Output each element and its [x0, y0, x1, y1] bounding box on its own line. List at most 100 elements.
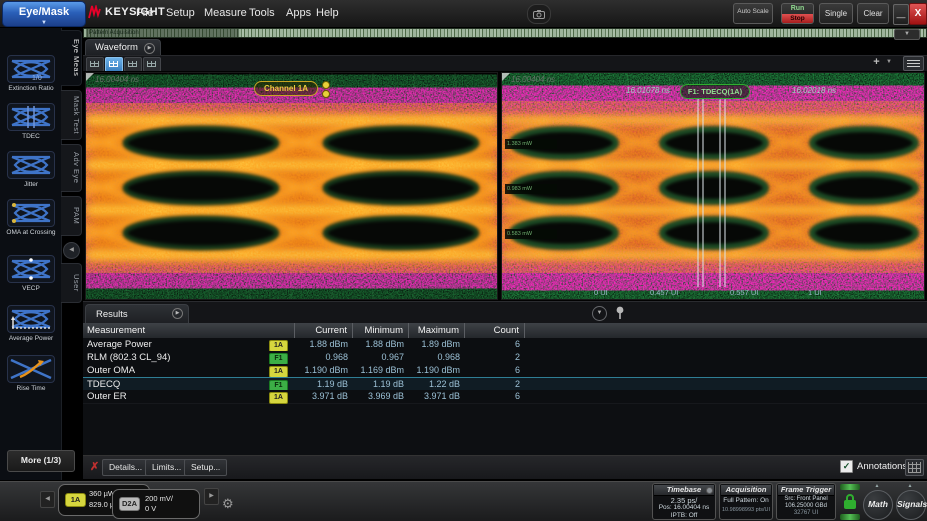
- screenshot-camera-button[interactable]: [527, 4, 551, 24]
- setup-button[interactable]: Setup...: [184, 459, 227, 476]
- pin-icon[interactable]: [615, 306, 625, 320]
- single-button[interactable]: Single: [819, 3, 853, 24]
- next-channel-button[interactable]: ▶: [204, 488, 219, 505]
- column-measurement[interactable]: Measurement: [83, 323, 295, 338]
- sidebar-tab-mask-test[interactable]: Mask Test: [61, 90, 82, 140]
- frame-trigger-source: Src: Front Panel: [777, 496, 835, 502]
- maximum-value: 1.190 dBm: [409, 364, 465, 377]
- chevron-down-icon: ▼: [41, 20, 47, 26]
- frame-trigger-ui: 32767 UI: [777, 510, 835, 516]
- sidebar-item-tdec[interactable]: TDEC: [0, 103, 62, 141]
- lock-indicator[interactable]: [840, 484, 860, 520]
- sidebar-item-average-power[interactable]: Average Power: [0, 305, 62, 343]
- pan-crosshair-icon[interactable]: [869, 56, 884, 69]
- frame-trigger-panel[interactable]: Frame Trigger Src: Front Panel 106.25000…: [776, 483, 836, 520]
- sidebar-icon-panel: [0, 28, 62, 480]
- strip-dropdown-caret[interactable]: ▼: [894, 29, 920, 40]
- menu-help[interactable]: Help: [310, 0, 345, 27]
- marker-dot[interactable]: [322, 81, 330, 89]
- count-value: 6: [465, 364, 525, 377]
- run-stop-button[interactable]: Run Stop: [781, 3, 814, 24]
- table-row-outer-oma[interactable]: Outer OMA 1A 1.190 dBm 1.169 dBm 1.190 d…: [83, 364, 927, 378]
- layout-stacked-button[interactable]: [124, 57, 142, 72]
- level-threshold-label: 0.983 mW: [505, 184, 557, 194]
- menu-setup[interactable]: Setup: [160, 0, 201, 27]
- sidebar-tab-eye-meas[interactable]: Eye Meas: [61, 30, 82, 86]
- prev-channel-button[interactable]: ◀: [40, 491, 55, 508]
- waveform-panel-tdecq[interactable]: 16.00404 ns 16.01078 ns F1: TDECQ(1A) 16…: [501, 72, 925, 300]
- column-minimum[interactable]: Minimum: [353, 323, 409, 338]
- minimum-value: 1.88 dBm: [353, 338, 409, 351]
- remove-measurement-icon[interactable]: [90, 460, 99, 473]
- clear-button[interactable]: Clear: [857, 3, 889, 24]
- tdecq-function-label[interactable]: F1: TDECQ(1A): [680, 84, 750, 99]
- sidebar-tab-adv-eye[interactable]: Adv Eye: [61, 144, 82, 192]
- annotations-toggle[interactable]: Annotations: [840, 460, 907, 473]
- level-threshold-label: 0.583 mW: [505, 229, 557, 239]
- settings-gear-icon[interactable]: [222, 496, 234, 512]
- table-row-rlm[interactable]: RLM (802.3 CL_94) F1 0.968 0.967 0.968 2: [83, 351, 927, 365]
- panel-select-triangle[interactable]: [86, 73, 94, 81]
- waveform-panel-channel-1a[interactable]: 16.00404 ns Channel 1A: [85, 72, 498, 300]
- tab-waveform[interactable]: Waveform: [85, 39, 161, 55]
- sidebar-tab-user[interactable]: User: [61, 263, 82, 303]
- pan-dropdown-caret[interactable]: [886, 59, 894, 67]
- layout-single-button[interactable]: [86, 57, 104, 72]
- sidebar-item-label: Average Power: [0, 335, 62, 343]
- mode-selector-button[interactable]: Eye/Mask ▼: [2, 1, 86, 27]
- channel-1a-source-label[interactable]: Channel 1A: [254, 81, 318, 96]
- limits-button[interactable]: Limits...: [145, 459, 188, 476]
- column-maximum[interactable]: Maximum: [409, 323, 465, 338]
- ui-axis-label: 1 UI: [808, 288, 822, 297]
- tab-results[interactable]: Results: [85, 304, 189, 324]
- flexdca-window: Eye/Mask ▼ KEYSIGHT File Setup Measure T…: [0, 0, 927, 521]
- acquisition-mode: Full Pattern: On: [720, 497, 772, 504]
- sidebar-item-label: TDEC: [0, 133, 62, 141]
- sidebar-item-oma-at-crossing[interactable]: OMA at Crossing: [0, 199, 62, 237]
- layout-split-button[interactable]: [105, 57, 123, 72]
- waveform-menu-hamburger-icon[interactable]: [903, 56, 924, 71]
- signals-expand-caret[interactable]: [905, 484, 915, 489]
- minimize-button[interactable]: —: [893, 4, 909, 25]
- average-power-icon: [7, 305, 55, 333]
- timebase-panel[interactable]: Timebase 2.35 ps/ Pos: 16.00404 ns IPTB:…: [652, 483, 716, 520]
- frame-trigger-title: Frame Trigger: [778, 485, 834, 496]
- more-pages-button[interactable]: More (1/3): [7, 450, 75, 472]
- top-menu-bar: Eye/Mask ▼ KEYSIGHT File Setup Measure T…: [0, 0, 927, 28]
- details-button[interactable]: Details...: [102, 459, 149, 476]
- grid-view-icon[interactable]: [905, 459, 924, 476]
- marker-dot[interactable]: [322, 90, 330, 98]
- tdec-icon: [7, 103, 55, 131]
- frame-trigger-rate: 106.25000 GBd: [777, 503, 835, 509]
- menu-tools[interactable]: Tools: [243, 0, 281, 27]
- layout-grid-button[interactable]: [143, 57, 161, 72]
- timebase-position-label: 16.00404 ns: [95, 75, 139, 84]
- menu-file[interactable]: File: [130, 0, 160, 27]
- sidebar-item-extinction-ratio[interactable]: 1/0 Extinction Ratio: [0, 55, 62, 93]
- channel-card-d2a[interactable]: D2A 200 mV/ 0 V: [112, 489, 200, 519]
- signals-button[interactable]: Signals: [896, 490, 926, 520]
- math-button[interactable]: Math: [863, 490, 893, 520]
- table-row-outer-er[interactable]: Outer ER 1A 3.971 dB 3.969 dB 3.971 dB 6: [83, 390, 927, 404]
- tdecq-time1-label: 16.01078 ns: [626, 86, 670, 95]
- column-count[interactable]: Count: [465, 323, 525, 338]
- sidebar-item-rise-time[interactable]: Rise Time: [0, 355, 62, 393]
- annotations-checkbox[interactable]: [840, 460, 853, 473]
- svg-text:1/0: 1/0: [32, 75, 42, 82]
- table-row-tdecq-selected[interactable]: TDECQ F1 1.19 dB 1.19 dB 1.22 dB 2: [83, 377, 927, 391]
- column-current[interactable]: Current: [295, 323, 353, 338]
- close-button[interactable]: X: [909, 3, 927, 25]
- sidebar-item-jitter[interactable]: Jitter: [0, 151, 62, 189]
- sidebar-item-vecp[interactable]: VECP: [0, 255, 62, 293]
- timebase-title: Timebase: [654, 485, 714, 496]
- table-row-average-power[interactable]: Average Power 1A 1.88 dBm 1.88 dBm 1.89 …: [83, 338, 927, 352]
- results-collapse-button[interactable]: [592, 306, 607, 321]
- math-expand-caret[interactable]: [872, 484, 882, 489]
- sidebar-tab-pam[interactable]: PAM: [61, 196, 82, 236]
- channel-badge: D2A: [119, 497, 140, 511]
- auto-scale-button[interactable]: Auto Scale: [733, 3, 773, 24]
- sidebar-collapse-button[interactable]: ◀: [63, 242, 80, 259]
- panel-select-triangle[interactable]: [502, 73, 510, 81]
- timebase-iptb: IPTB: Off: [653, 512, 715, 519]
- acquisition-panel[interactable]: Acquisition Full Pattern: On 10.98998993…: [719, 483, 773, 520]
